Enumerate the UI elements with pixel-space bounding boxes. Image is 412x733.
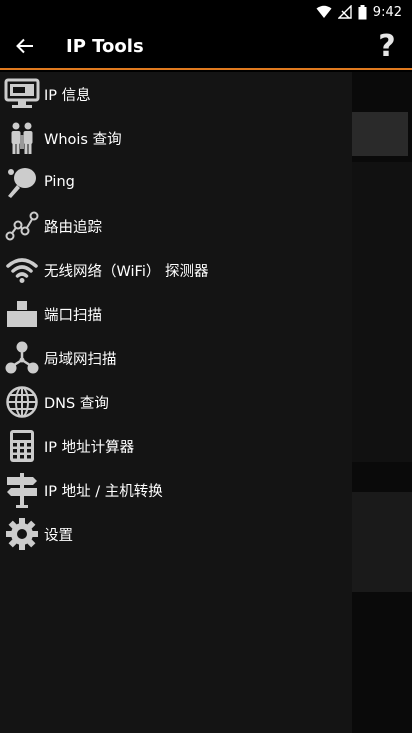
help-button[interactable]: ? <box>362 23 412 69</box>
monitor-icon <box>4 76 40 112</box>
drawer-item-ip-info[interactable]: IP 信息 <box>0 72 352 116</box>
route-icon <box>4 208 40 244</box>
wifi-icon <box>4 252 40 288</box>
ping-pong-icon <box>4 164 40 200</box>
drawer-item-ip-calculator[interactable]: IP 地址计算器 <box>0 424 352 468</box>
drawer-item-port-scan[interactable]: 端口扫描 <box>0 292 352 336</box>
main-content-dimmed <box>352 72 412 733</box>
cell-signal-icon <box>337 5 352 19</box>
drawer-item-label: IP 信息 <box>44 87 91 104</box>
drawer-item-settings[interactable]: 设置 <box>0 512 352 556</box>
drawer-item-label: 局域网扫描 <box>44 351 117 368</box>
people-icon <box>4 120 40 156</box>
drawer-item-label: Whois 查询 <box>44 131 122 148</box>
status-bar: 9:42 <box>0 0 412 24</box>
drawer-item-lan-scan[interactable]: 局域网扫描 <box>0 336 352 380</box>
drawer-item-label: IP 地址计算器 <box>44 439 135 456</box>
navigation-drawer: IP 信息 Whois 查询 Ping 路由追踪 无线网络（WiFi） 探测器 … <box>0 72 352 733</box>
drawer-item-ip-host-converter[interactable]: IP 地址 / 主机转换 <box>0 468 352 512</box>
drawer-item-label: 设置 <box>44 527 73 544</box>
drawer-item-whois[interactable]: Whois 查询 <box>0 116 352 160</box>
drawer-item-label: 路由追踪 <box>44 219 102 236</box>
calculator-icon <box>4 428 40 464</box>
drawer-item-label: Ping <box>44 174 75 190</box>
port-blocks-icon <box>4 296 40 332</box>
app-bar: IP Tools ? <box>0 24 412 70</box>
drawer-item-wifi-scanner[interactable]: 无线网络（WiFi） 探测器 <box>0 248 352 292</box>
wifi-signal-icon <box>316 5 332 18</box>
drawer-item-label: 无线网络（WiFi） 探测器 <box>44 263 209 280</box>
drawer-item-ping[interactable]: Ping <box>0 160 352 204</box>
drawer-item-label: IP 地址 / 主机转换 <box>44 483 163 500</box>
signpost-icon <box>4 472 40 508</box>
drawer-item-traceroute[interactable]: 路由追踪 <box>0 204 352 248</box>
battery-icon <box>358 4 367 19</box>
app-title: IP Tools <box>66 35 144 57</box>
gear-icon <box>4 516 40 552</box>
drawer-item-label: DNS 查询 <box>44 395 109 412</box>
globe-icon <box>4 384 40 420</box>
drawer-item-dns-lookup[interactable]: DNS 查询 <box>0 380 352 424</box>
status-time: 9:42 <box>372 4 402 20</box>
arrow-left-icon <box>16 38 33 54</box>
back-button[interactable] <box>0 23 50 69</box>
drawer-item-label: 端口扫描 <box>44 307 102 324</box>
lan-users-icon <box>4 340 40 376</box>
